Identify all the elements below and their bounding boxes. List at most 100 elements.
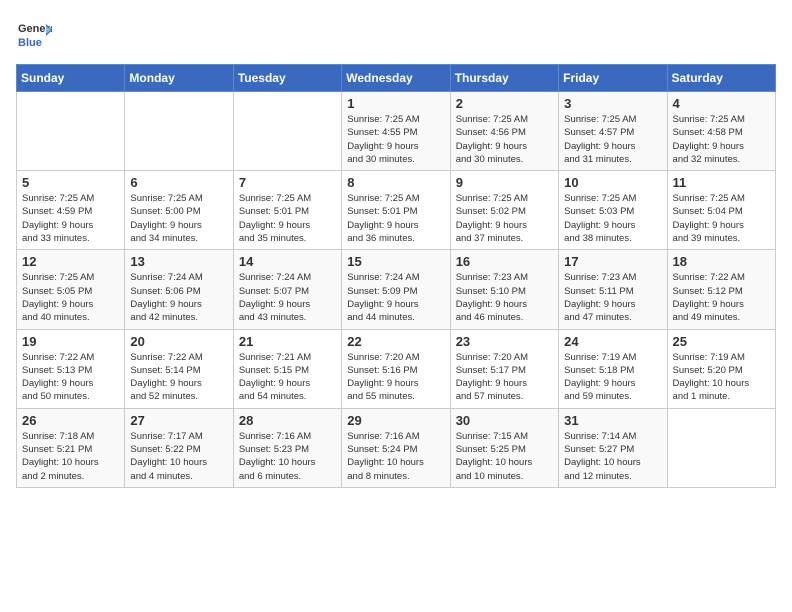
day-info: Sunrise: 7:15 AM Sunset: 5:25 PM Dayligh… — [456, 430, 553, 483]
day-number: 15 — [347, 254, 444, 269]
calendar-cell: 19 Sunrise: 7:22 AM Sunset: 5:13 PM Dayli… — [17, 329, 125, 408]
day-info: Sunrise: 7:23 AM Sunset: 5:10 PM Dayligh… — [456, 271, 553, 324]
day-number: 17 — [564, 254, 661, 269]
day-info: Sunrise: 7:25 AM Sunset: 5:04 PM Dayligh… — [673, 192, 770, 245]
calendar-cell: 8 Sunrise: 7:25 AM Sunset: 5:01 PM Daylig… — [342, 171, 450, 250]
day-info: Sunrise: 7:24 AM Sunset: 5:07 PM Dayligh… — [239, 271, 336, 324]
day-info: Sunrise: 7:19 AM Sunset: 5:20 PM Dayligh… — [673, 351, 770, 404]
calendar-cell: 21Sunrise: 7:21 AM Sunset: 5:15 PM Dayli… — [233, 329, 341, 408]
calendar-header: SundayMondayTuesdayWednesdayThursdayFrid… — [17, 65, 776, 92]
day-number: 23 — [456, 334, 553, 349]
day-number: 9 — [456, 175, 553, 190]
day-info: Sunrise: 7:16 AM Sunset: 5:24 PM Dayligh… — [347, 430, 444, 483]
day-number: 7 — [239, 175, 336, 190]
calendar-cell: 13Sunrise: 7:24 AM Sunset: 5:06 PM Dayli… — [125, 250, 233, 329]
day-header-saturday: Saturday — [667, 65, 775, 92]
calendar-cell — [17, 92, 125, 171]
calendar-cell: 23Sunrise: 7:20 AM Sunset: 5:17 PM Dayli… — [450, 329, 558, 408]
calendar-cell: 2Sunrise: 7:25 AM Sunset: 4:56 PM Daylig… — [450, 92, 558, 171]
day-info: Sunrise: 7:25 AM Sunset: 4:55 PM Dayligh… — [347, 113, 444, 166]
day-number: 11 — [673, 175, 770, 190]
day-number: 26 — [22, 413, 119, 428]
day-info: Sunrise: 7:21 AM Sunset: 5:15 PM Dayligh… — [239, 351, 336, 404]
calendar-cell: 10 Sunrise: 7:25 AM Sunset: 5:03 PM Dayli… — [559, 171, 667, 250]
calendar-cell: 4 Sunrise: 7:25 AM Sunset: 4:58 PM Daylig… — [667, 92, 775, 171]
day-info: Sunrise: 7:14 AM Sunset: 5:27 PM Dayligh… — [564, 430, 661, 483]
calendar-cell: 28 Sunrise: 7:16 AM Sunset: 5:23 PM Dayli… — [233, 408, 341, 487]
day-header-sunday: Sunday — [17, 65, 125, 92]
calendar-cell: 18 Sunrise: 7:22 AM Sunset: 5:12 PM Dayli… — [667, 250, 775, 329]
day-info: Sunrise: 7:25 AM Sunset: 5:00 PM Dayligh… — [130, 192, 227, 245]
calendar-cell: 27 Sunrise: 7:17 AM Sunset: 5:22 PM Dayli… — [125, 408, 233, 487]
day-number: 6 — [130, 175, 227, 190]
calendar-cell — [125, 92, 233, 171]
day-number: 31 — [564, 413, 661, 428]
day-number: 1 — [347, 96, 444, 111]
day-info: Sunrise: 7:23 AM Sunset: 5:11 PM Dayligh… — [564, 271, 661, 324]
day-number: 27 — [130, 413, 227, 428]
calendar-cell — [667, 408, 775, 487]
day-info: Sunrise: 7:24 AM Sunset: 5:09 PM Dayligh… — [347, 271, 444, 324]
day-info: Sunrise: 7:25 AM Sunset: 5:01 PM Dayligh… — [347, 192, 444, 245]
day-number: 20 — [130, 334, 227, 349]
day-info: Sunrise: 7:22 AM Sunset: 5:12 PM Dayligh… — [673, 271, 770, 324]
day-number: 8 — [347, 175, 444, 190]
day-number: 28 — [239, 413, 336, 428]
calendar-cell: 7 Sunrise: 7:25 AM Sunset: 5:01 PM Daylig… — [233, 171, 341, 250]
calendar-cell: 20Sunrise: 7:22 AM Sunset: 5:14 PM Dayli… — [125, 329, 233, 408]
calendar-cell: 25 Sunrise: 7:19 AM Sunset: 5:20 PM Dayli… — [667, 329, 775, 408]
day-number: 14 — [239, 254, 336, 269]
logo-svg: General Blue — [16, 16, 52, 52]
week-row-2: 5Sunrise: 7:25 AM Sunset: 4:59 PM Daylig… — [17, 171, 776, 250]
day-number: 4 — [673, 96, 770, 111]
day-info: Sunrise: 7:25 AM Sunset: 5:05 PM Dayligh… — [22, 271, 119, 324]
calendar-cell: 31 Sunrise: 7:14 AM Sunset: 5:27 PM Dayli… — [559, 408, 667, 487]
week-row-1: 1 Sunrise: 7:25 AM Sunset: 4:55 PM Daylig… — [17, 92, 776, 171]
calendar-cell: 6 Sunrise: 7:25 AM Sunset: 5:00 PM Daylig… — [125, 171, 233, 250]
day-number: 13 — [130, 254, 227, 269]
day-number: 12 — [22, 254, 119, 269]
day-number: 30 — [456, 413, 553, 428]
day-info: Sunrise: 7:25 AM Sunset: 4:58 PM Dayligh… — [673, 113, 770, 166]
calendar-cell: 9Sunrise: 7:25 AM Sunset: 5:02 PM Daylig… — [450, 171, 558, 250]
day-number: 3 — [564, 96, 661, 111]
day-number: 19 — [22, 334, 119, 349]
calendar-cell: 24Sunrise: 7:19 AM Sunset: 5:18 PM Dayli… — [559, 329, 667, 408]
calendar-cell: 11 Sunrise: 7:25 AM Sunset: 5:04 PM Dayli… — [667, 171, 775, 250]
day-info: Sunrise: 7:25 AM Sunset: 5:03 PM Dayligh… — [564, 192, 661, 245]
day-number: 5 — [22, 175, 119, 190]
calendar-body: 1 Sunrise: 7:25 AM Sunset: 4:55 PM Daylig… — [17, 92, 776, 488]
day-info: Sunrise: 7:25 AM Sunset: 4:56 PM Dayligh… — [456, 113, 553, 166]
day-number: 25 — [673, 334, 770, 349]
day-header-friday: Friday — [559, 65, 667, 92]
calendar-cell: 26 Sunrise: 7:18 AM Sunset: 5:21 PM Dayli… — [17, 408, 125, 487]
calendar-table: SundayMondayTuesdayWednesdayThursdayFrid… — [16, 64, 776, 488]
day-header-monday: Monday — [125, 65, 233, 92]
week-row-4: 19 Sunrise: 7:22 AM Sunset: 5:13 PM Dayli… — [17, 329, 776, 408]
day-number: 10 — [564, 175, 661, 190]
day-number: 24 — [564, 334, 661, 349]
calendar-cell: 5Sunrise: 7:25 AM Sunset: 4:59 PM Daylig… — [17, 171, 125, 250]
calendar-cell: 1 Sunrise: 7:25 AM Sunset: 4:55 PM Daylig… — [342, 92, 450, 171]
day-info: Sunrise: 7:25 AM Sunset: 5:01 PM Dayligh… — [239, 192, 336, 245]
day-number: 16 — [456, 254, 553, 269]
day-info: Sunrise: 7:22 AM Sunset: 5:13 PM Dayligh… — [22, 351, 119, 404]
calendar-cell: 14 Sunrise: 7:24 AM Sunset: 5:07 PM Dayli… — [233, 250, 341, 329]
day-number: 18 — [673, 254, 770, 269]
day-number: 22 — [347, 334, 444, 349]
day-info: Sunrise: 7:16 AM Sunset: 5:23 PM Dayligh… — [239, 430, 336, 483]
calendar-cell: 22Sunrise: 7:20 AM Sunset: 5:16 PM Dayli… — [342, 329, 450, 408]
calendar-cell: 29 Sunrise: 7:16 AM Sunset: 5:24 PM Dayli… — [342, 408, 450, 487]
day-header-wednesday: Wednesday — [342, 65, 450, 92]
header: General Blue — [16, 16, 776, 52]
day-info: Sunrise: 7:17 AM Sunset: 5:22 PM Dayligh… — [130, 430, 227, 483]
week-row-3: 12 Sunrise: 7:25 AM Sunset: 5:05 PM Dayli… — [17, 250, 776, 329]
day-info: Sunrise: 7:18 AM Sunset: 5:21 PM Dayligh… — [22, 430, 119, 483]
day-info: Sunrise: 7:25 AM Sunset: 4:57 PM Dayligh… — [564, 113, 661, 166]
calendar-cell: 17 Sunrise: 7:23 AM Sunset: 5:11 PM Dayli… — [559, 250, 667, 329]
calendar-cell: 12 Sunrise: 7:25 AM Sunset: 5:05 PM Dayli… — [17, 250, 125, 329]
day-header-tuesday: Tuesday — [233, 65, 341, 92]
days-of-week-row: SundayMondayTuesdayWednesdayThursdayFrid… — [17, 65, 776, 92]
day-number: 29 — [347, 413, 444, 428]
week-row-5: 26 Sunrise: 7:18 AM Sunset: 5:21 PM Dayli… — [17, 408, 776, 487]
